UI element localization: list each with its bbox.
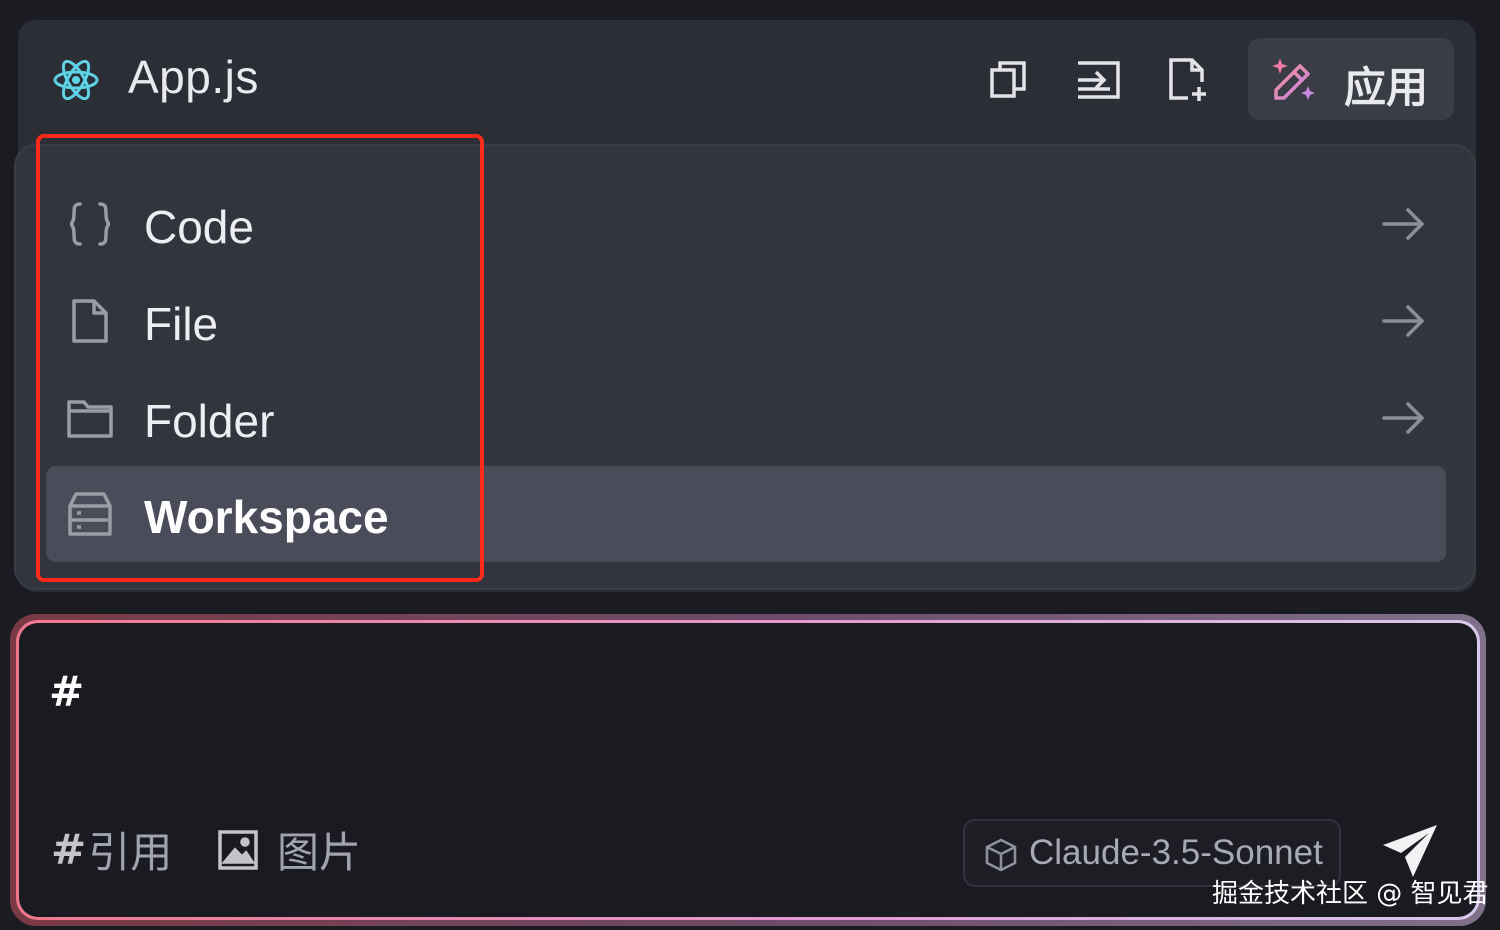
copy-icon	[990, 61, 1026, 98]
watermark-text: 掘金技术社区 @ 智见君	[1212, 879, 1489, 909]
apply-label: 应用	[1344, 63, 1429, 112]
image-label: 图片	[277, 828, 362, 877]
new-file-button[interactable]	[1164, 56, 1212, 104]
send-icon[interactable]	[1379, 823, 1439, 879]
arrow-right-icon	[1382, 402, 1425, 434]
insert-button[interactable]	[1074, 56, 1122, 104]
highlight-box	[36, 134, 484, 582]
new-file-icon	[1169, 58, 1206, 101]
reference-button[interactable]: # 引用	[51, 819, 172, 880]
image-icon	[218, 829, 258, 870]
image-button[interactable]: 图片	[217, 819, 361, 880]
file-title: App.js	[128, 51, 259, 103]
copy-button[interactable]	[984, 56, 1032, 104]
reference-label: 引用	[88, 828, 173, 877]
chat-input-value[interactable]: #	[49, 667, 84, 716]
model-name: Claude-3.5-Sonnet	[1029, 833, 1323, 872]
hash-icon: #	[51, 825, 87, 874]
apply-button[interactable]: 应用	[1248, 38, 1454, 120]
file-header: App.js 应用	[18, 20, 1476, 140]
arrow-right-icon	[1382, 305, 1425, 337]
magic-wand-icon	[1272, 58, 1315, 100]
react-icon	[53, 59, 99, 101]
arrow-right-icon	[1382, 208, 1425, 240]
insert-icon	[1078, 61, 1120, 99]
cube-icon	[985, 838, 1017, 872]
